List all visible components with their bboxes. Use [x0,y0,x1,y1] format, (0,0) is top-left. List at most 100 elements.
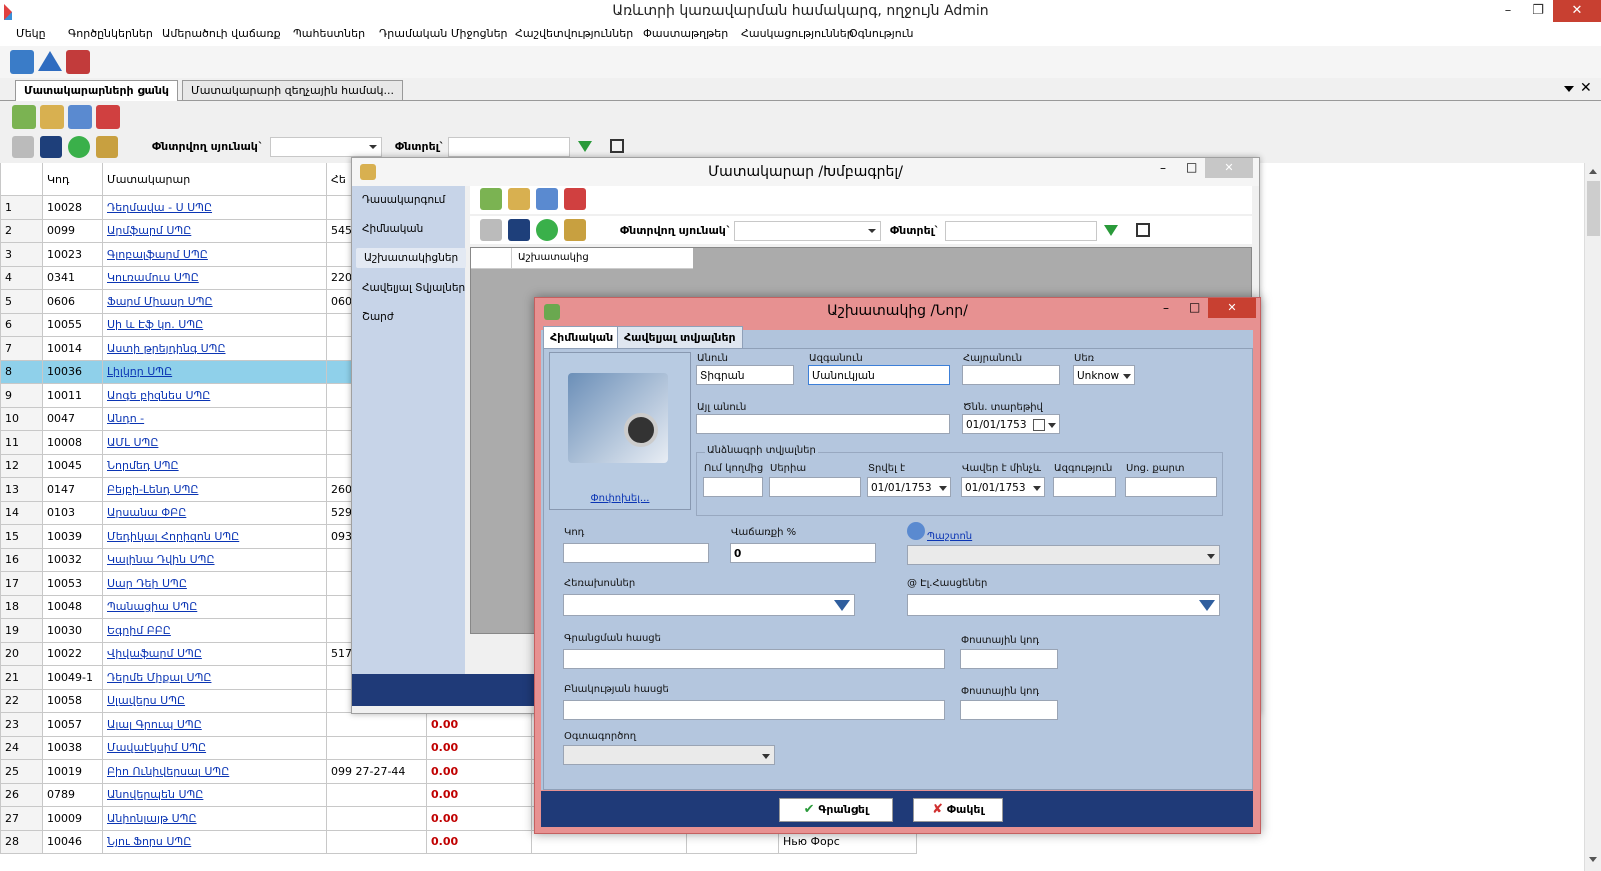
menu-item-help[interactable]: Օգնություն [849,27,913,40]
row-supplier-link[interactable]: Անիոնլայթ ՍՊԸ [102,806,327,831]
menu-item-main[interactable]: Մեկը [16,27,46,40]
row-supplier-link[interactable]: Պանացիա ՍՊԸ [102,594,327,619]
hierarchy-icon[interactable] [1136,223,1150,237]
side-item-movement[interactable]: Շարժ [362,311,394,323]
row-supplier-link[interactable]: Ալալ Գրուպ ՍՊԸ [102,712,327,737]
close-button[interactable]: ✕ [1553,0,1601,22]
menu-item-warehouses[interactable]: Պահեստներ [293,27,365,40]
menu-item-funds[interactable]: Դրամական Միջոցներ [379,27,508,40]
row-supplier-link[interactable]: ԱՄԼ ՍՊԸ [102,430,327,455]
menu-item-documents[interactable]: Փաստաթղթեր [643,27,728,40]
row-supplier-link[interactable]: Բեյբի-Լենդ ՍՊԸ [102,477,327,502]
supplier-close-button[interactable]: ✕ [1205,158,1253,178]
emails-dropdown-icon[interactable] [1199,600,1215,611]
supplier-minimize-button[interactable]: – [1160,161,1166,175]
scroll-thumb[interactable] [1587,181,1600,236]
users-icon[interactable] [564,219,586,241]
patronymic-input[interactable] [962,365,1060,385]
emails-input[interactable] [907,594,1220,616]
row-supplier-link[interactable]: Ֆարմ Միասր ՍՊԸ [102,289,327,314]
last-name-input[interactable]: Մանուկյան [808,365,950,385]
issued-by-input[interactable] [703,477,763,497]
excel-icon[interactable] [12,136,34,158]
restore-button[interactable]: ❐ [1521,0,1555,22]
nationality-input[interactable] [1053,477,1116,497]
row-supplier-link[interactable]: Աոգե բիզնես ՍՊԸ [102,383,327,408]
play-icon[interactable] [536,219,558,241]
reg-address-input[interactable] [563,649,945,669]
row-supplier-link[interactable]: Կալինա Դվին ՍՊԸ [102,547,327,572]
phones-input[interactable] [563,594,855,616]
row-supplier-link[interactable]: Սի և Էֆ կո. ՍՊԸ [102,312,327,337]
employee-grid-header[interactable]: Աշխատակից [512,248,693,269]
row-supplier-link[interactable]: Դերմե Միքալ ՍՊԸ [102,665,327,690]
users-icon[interactable] [96,136,118,158]
row-supplier-link[interactable]: Նյու Ֆորս ՍՊԸ [102,829,327,854]
store-icon[interactable] [66,50,90,74]
postal-code-1-input[interactable] [960,649,1058,669]
birth-date-input[interactable]: 01/01/1753 [962,414,1060,434]
side-item-extra[interactable]: Հավելյալ Տվյալներ [362,282,465,294]
row-supplier-link[interactable]: Աստի թրեյդինգ ՍՊԸ [102,336,327,361]
position-link[interactable]: Պաշտոն [927,531,972,542]
save-button[interactable]: ✔ Գրանցել [779,798,893,822]
tab-supplier-discount[interactable]: Մատակարարի զեղչային համակ... [182,80,404,100]
side-item-main[interactable]: Հիմնական [362,223,423,235]
res-address-input[interactable] [563,700,945,720]
tab-supplier-list[interactable]: Մատակարարների ցանկ [15,80,178,101]
row-supplier-link[interactable]: Արմֆարմ ՍՊԸ [102,218,327,243]
pyramid-icon[interactable] [38,51,62,71]
row-supplier-link[interactable]: Մեդիկալ Հորիզոն ՍՊԸ [102,524,327,549]
row-supplier-link[interactable]: Անովերպեն ՍՊԸ [102,782,327,807]
calendar-icon[interactable] [1033,419,1045,431]
row-supplier-link[interactable]: Կուռամուս ՍՊԸ [102,265,327,290]
employee-maximize-button[interactable]: □ [1189,300,1200,314]
supplier-maximize-button[interactable]: □ [1186,160,1197,174]
hierarchy-icon[interactable] [610,139,624,153]
row-supplier-link[interactable]: Վիվաֆարմ ՍՊԸ [102,641,327,666]
phones-dropdown-icon[interactable] [834,600,850,611]
bonus-input[interactable]: 0 [730,543,876,563]
user-select[interactable] [563,745,775,765]
valid-until-input[interactable]: 01/01/1753 [961,477,1045,497]
tab-main[interactable]: Հիմնական [543,326,621,349]
view-employee-icon[interactable] [536,188,558,210]
row-supplier-link[interactable]: Նորմեդ ՍՊԸ [102,453,327,478]
close-dialog-button[interactable]: ✘ Փակել [913,798,1003,822]
postal-code-2-input[interactable] [960,700,1058,720]
side-item-classification[interactable]: Դասակարգում [362,194,445,206]
row-supplier-link[interactable]: Սար Դեի ՍՊԸ [102,571,327,596]
employee-close-button[interactable]: ✕ [1208,298,1256,318]
scroll-down-icon[interactable] [1589,857,1597,862]
other-name-input[interactable] [696,414,950,434]
search-input[interactable] [448,137,570,157]
edit-supplier-icon[interactable] [40,105,64,129]
row-supplier-link[interactable]: Արսանա ՓԲԸ [102,500,327,525]
vertical-scrollbar[interactable] [1584,163,1601,871]
edit-employee-icon[interactable] [508,188,530,210]
minimize-button[interactable]: – [1491,0,1525,22]
series-input[interactable] [769,477,861,497]
play-icon[interactable] [68,136,90,158]
scroll-up-icon[interactable] [1589,169,1597,174]
soc-card-input[interactable] [1125,477,1217,497]
delete-supplier-icon[interactable] [96,105,120,129]
menu-item-partners[interactable]: Գործընկերներ [68,27,153,40]
row-supplier-link[interactable]: Եգրիմ ԲԲԸ [102,618,327,643]
row-supplier-link[interactable]: Սլավերս ՍՊԸ [102,688,327,713]
row-supplier-link[interactable]: Անդո - [102,406,327,431]
row-supplier-link[interactable]: Բիո Ունիվերսալ ՍՊԸ [102,759,327,784]
header-supplier[interactable]: Մատակարար [102,163,327,196]
add-supplier-icon[interactable] [12,105,36,129]
side-item-employees[interactable]: Աշխատակիցներ [356,248,467,268]
row-supplier-link[interactable]: Դեղմավա - Ս ՍՊԸ [102,195,327,220]
tab-close-icon[interactable]: ✕ [1580,80,1592,96]
refresh-icon[interactable] [40,136,62,158]
row-supplier-link[interactable]: Մավաէկսիմ ՍՊԸ [102,735,327,760]
excel-icon[interactable] [480,219,502,241]
search-column-select[interactable] [270,137,382,157]
search-input[interactable] [945,221,1097,241]
delete-employee-icon[interactable] [564,188,586,210]
menu-item-reports[interactable]: Հաշվետվություններ [515,27,633,40]
tab-dropdown-icon[interactable] [1564,86,1574,92]
